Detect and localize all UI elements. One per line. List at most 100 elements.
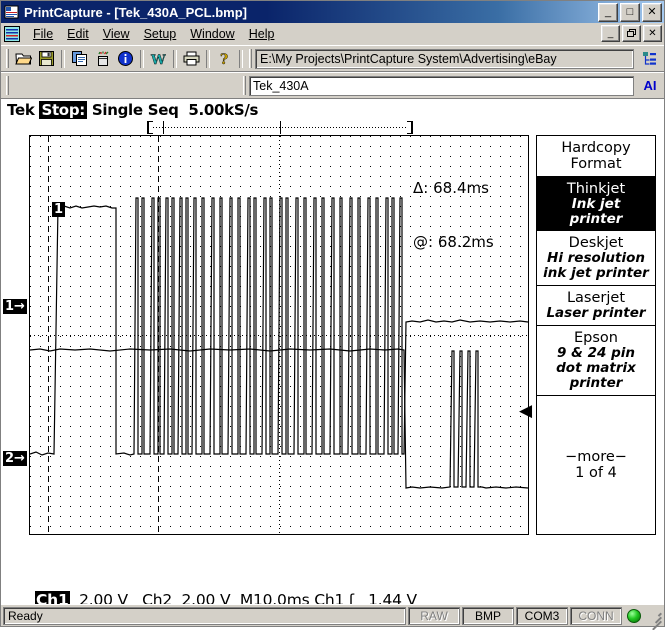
window-title: PrintCapture - [Tek_430A_PCL.bmp] <box>24 4 247 20</box>
cursor-delta-row: Δ: 68.4ms <box>413 179 494 197</box>
mdi-minimize-button[interactable]: _ <box>601 25 620 42</box>
scope-status-line: Tek Stop: Single Seq 5.00kS/s <box>7 101 258 119</box>
side-menu-item-laserjet[interactable]: Laserjet Laser printer <box>537 286 655 326</box>
toolbar-grip[interactable] <box>6 49 9 68</box>
side-menu-item-more[interactable]: −more− 1 of 4 <box>537 396 655 534</box>
print-icon[interactable] <box>180 48 203 70</box>
ch2-scale: 2.00 V <box>181 591 231 604</box>
toolbar-separator <box>61 49 65 68</box>
channel-readout: Ch1 2.00 V Ch2 2.00 V M10.0ms Ch1 ʃ 1.44… <box>35 591 417 604</box>
word-icon[interactable]: W W <box>147 48 170 70</box>
mdi-restore-button[interactable] <box>622 25 641 42</box>
svg-text:W: W <box>150 53 166 66</box>
menu-bar: File Edit View Setup Window Help _ ✕ <box>1 23 664 45</box>
folder-tree-icon[interactable] <box>638 48 662 70</box>
side-menu-item-epson[interactable]: Epson 9 & 24 pin dot matrix printer <box>537 326 655 396</box>
close-button[interactable]: ✕ <box>642 2 662 22</box>
side-menu-item-deskjet-desc2: ink jet printer <box>543 265 649 281</box>
menu-view[interactable]: View <box>96 25 137 43</box>
side-menu-item-thinkjet[interactable]: Thinkjet Ink jet printer <box>537 177 655 231</box>
status-bar: Ready RAW BMP COM3 CONN <box>1 604 664 630</box>
side-menu-item-deskjet-name: Deskjet <box>568 235 624 251</box>
trigger-source: Ch1 <box>314 591 345 604</box>
ch1-ground-marker: 1→ <box>3 299 27 314</box>
cursor-delta-value: 68.4ms <box>433 179 489 197</box>
filename-grip-2[interactable] <box>243 76 246 95</box>
side-menu-item-deskjet[interactable]: Deskjet Hi resolution ink jet printer <box>537 231 655 286</box>
cursor-delta-label: Δ: <box>413 179 429 197</box>
window-controls: _ □ ✕ <box>598 2 662 22</box>
tek-brand: Tek <box>7 101 35 119</box>
side-menu-item-more-name: −more− <box>565 449 627 465</box>
trigger-position-bar <box>147 121 413 134</box>
cursor-at-row: @: 68.2ms <box>413 233 494 251</box>
filename-toolbar: Tek_430A AI <box>1 72 664 99</box>
mdi-close-button[interactable]: ✕ <box>643 25 662 42</box>
menu-window-label: Window <box>190 26 235 41</box>
mdi-child-controls: _ ✕ <box>601 25 662 42</box>
trigger-slope-icon: ʃ <box>348 591 354 604</box>
status-panel-com: COM3 <box>516 606 568 625</box>
document-icon <box>4 25 20 42</box>
status-panel-raw: RAW <box>408 606 460 625</box>
side-menu-title-line1: Hardcopy <box>561 140 631 156</box>
menu-file[interactable]: File <box>26 25 60 43</box>
menu-view-label: View <box>102 26 130 41</box>
toolbars: W W ? E:\My Projects\PrintCapture System… <box>1 45 664 99</box>
cursor-at-value: 68.2ms <box>437 233 494 251</box>
run-state: Stop: <box>39 101 87 119</box>
side-menu-pointer-icon: ◀ <box>519 401 533 421</box>
status-panel-conn: CONN <box>570 606 622 625</box>
trigger-level: 1.44 V <box>368 591 417 604</box>
resize-grip[interactable] <box>648 609 662 630</box>
menu-help-label: Help <box>248 26 275 41</box>
main-toolbar: W W ? E:\My Projects\PrintCapture System… <box>1 45 664 72</box>
filename-grip[interactable] <box>6 76 9 95</box>
status-panel-bmp: BMP <box>462 606 514 625</box>
menu-edit[interactable]: Edit <box>60 25 96 43</box>
toolbar-separator-5 <box>239 49 243 68</box>
toolbar-separator-3 <box>173 49 177 68</box>
side-menu-title-line2: Format <box>570 156 622 172</box>
side-menu-item-thinkjet-desc1: Ink jet <box>571 196 621 212</box>
delete-icon[interactable] <box>91 48 114 70</box>
info-icon[interactable] <box>114 48 137 70</box>
side-menu-item-epson-desc1: 9 & 24 pin <box>557 345 635 361</box>
side-menu-item-thinkjet-desc2: printer <box>569 211 623 227</box>
open-icon[interactable] <box>12 48 35 70</box>
trigger-point-marker <box>163 121 164 134</box>
connection-led <box>627 608 641 623</box>
title-bar: PrintCapture - [Tek_430A_PCL.bmp] _ □ ✕ <box>1 1 664 23</box>
hardcopy-format-menu: Hardcopy Format Thinkjet Ink jet printer… <box>536 135 656 535</box>
menu-setup[interactable]: Setup <box>137 25 184 43</box>
menu-help[interactable]: Help <box>242 25 282 43</box>
toolbar-separator-2 <box>140 49 144 68</box>
path-grip[interactable] <box>249 49 252 68</box>
ch1-scale: 2.00 V <box>79 591 128 604</box>
save-icon[interactable] <box>35 48 58 70</box>
maximize-button[interactable]: □ <box>620 2 640 22</box>
help-icon[interactable]: ? <box>213 48 236 70</box>
ch1-top-marker: 1 <box>52 202 66 217</box>
path-combo[interactable]: E:\My Projects\PrintCapture System\Adver… <box>255 48 634 69</box>
toolbar-separator-4 <box>206 49 210 68</box>
printcapture-window: PrintCapture - [Tek_430A_PCL.bmp] _ □ ✕ … <box>0 0 665 630</box>
status-message: Ready <box>3 606 406 625</box>
auto-name-icon[interactable]: AI <box>638 75 662 97</box>
cursor-at-label: @: <box>413 233 434 251</box>
minimize-button[interactable]: _ <box>598 2 618 22</box>
ch2-ground-marker: 2→ <box>3 451 27 466</box>
copy-icon[interactable] <box>68 48 91 70</box>
ch2-label: Ch2 <box>142 591 173 604</box>
side-menu-item-epson-desc3: printer <box>569 375 623 391</box>
svg-text:?: ? <box>220 52 228 66</box>
sample-rate: 5.00kS/s <box>188 101 259 119</box>
ch1-label: Ch1 <box>35 591 70 604</box>
menu-window[interactable]: Window <box>183 25 241 43</box>
side-menu-item-thinkjet-name: Thinkjet <box>566 181 626 197</box>
menu-setup-label: Setup <box>143 26 177 41</box>
filename-input[interactable]: Tek_430A <box>249 75 634 96</box>
trig-mid-marker <box>280 121 281 134</box>
printcapture-icon <box>4 4 20 20</box>
side-menu-item-laserjet-name: Laserjet <box>566 290 626 306</box>
